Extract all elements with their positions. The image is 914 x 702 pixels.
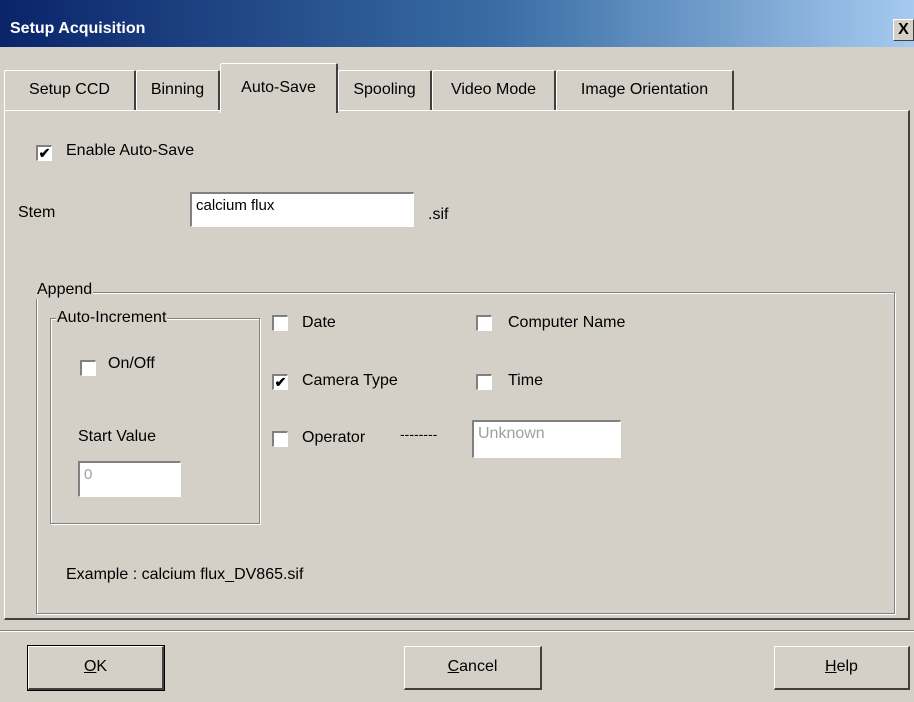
onoff-label: On/Off [108,355,155,372]
help-rest: elp [836,658,858,675]
close-button[interactable]: X [893,19,914,41]
cancel-button[interactable]: Cancel [404,646,542,690]
stem-label: Stem [18,204,56,221]
operator-dashes: -------- [400,426,438,442]
check-icon: ✔ [38,145,51,161]
computer-name-label: Computer Name [508,314,626,331]
tab-image-orientation[interactable]: Image Orientation [556,70,734,111]
stem-input[interactable]: calcium flux [190,192,414,227]
tab-label: Spooling [353,81,416,98]
tab-auto-save[interactable]: Auto-Save [220,63,338,113]
date-label: Date [302,314,336,331]
start-value-label: Start Value [78,428,156,445]
tab-label: Image Orientation [580,81,709,98]
ok-rest: K [96,658,108,675]
tab-setup-ccd[interactable]: Setup CCD [4,70,136,111]
append-group-label: Append [36,281,94,299]
check-icon: ✔ [274,374,287,390]
example-text: Example : calcium flux_DV865.sif [66,566,304,583]
operator-input[interactable]: Unknown [472,420,621,458]
tab-binning[interactable]: Binning [136,70,220,111]
tab-label: Setup CCD [29,81,110,98]
camera-type-checkbox[interactable]: ✔ [271,373,289,391]
date-checkbox[interactable] [271,314,289,332]
camera-type-label: Camera Type [302,372,398,389]
tab-spooling[interactable]: Spooling [338,70,432,111]
operator-checkbox[interactable] [271,430,289,448]
separator [0,630,914,632]
enable-autosave-checkbox[interactable]: ✔ [35,144,53,162]
ok-button[interactable]: OK [27,645,165,691]
ok-accel: O [83,658,97,675]
time-label: Time [508,372,543,389]
help-accel: H [825,658,837,675]
operator-label: Operator [302,429,366,446]
start-value-input[interactable]: 0 [78,461,181,497]
close-icon: X [898,21,909,38]
help-button[interactable]: Help [774,646,910,690]
tab-label: Auto-Save [241,79,316,96]
onoff-checkbox[interactable] [79,359,97,377]
cancel-accel: C [447,658,460,675]
computer-name-checkbox[interactable] [475,314,493,332]
tab-label: Video Mode [450,81,537,98]
tab-label: Binning [150,81,205,98]
enable-autosave-label: Enable Auto-Save [66,142,195,159]
window-title: Setup Acquisition [10,20,146,37]
auto-increment-label: Auto-Increment [56,309,168,327]
stem-suffix: .sif [428,206,449,223]
time-checkbox[interactable] [475,373,493,391]
cancel-rest: ancel [459,658,498,675]
tab-video-mode[interactable]: Video Mode [432,70,556,111]
